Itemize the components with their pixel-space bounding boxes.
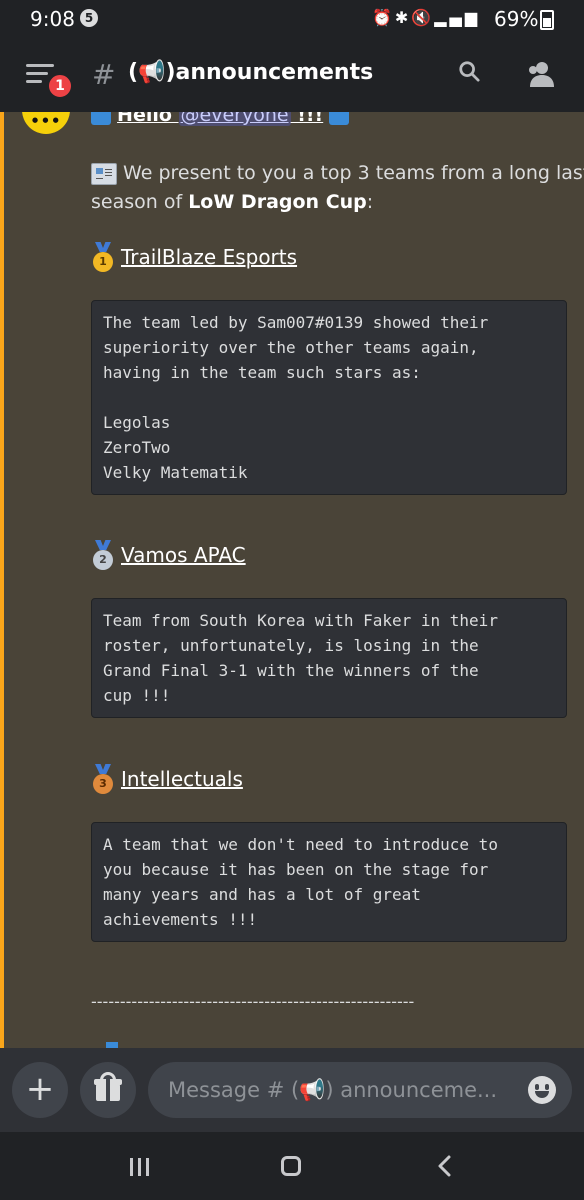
menu-badge: 1 <box>46 72 74 100</box>
intro-text-2-suffix: : <box>366 191 374 213</box>
team-description-2: Team from South Korea with Faker in thei… <box>91 598 567 718</box>
intro-line-1: We present to you a top 3 teams from a l… <box>91 162 584 185</box>
status-icons: ⏰✱🔇▂▄▆ <box>372 8 480 27</box>
home-icon[interactable] <box>281 1156 301 1176</box>
gold-medal-icon: 1 <box>91 242 115 272</box>
channel-title[interactable]: (📢)announcements <box>128 60 373 85</box>
status-bar: 9:08 5 ⏰✱🔇▂▄▆ 69% <box>0 0 584 38</box>
add-attachment-button[interactable]: + <box>12 1062 68 1118</box>
status-time: 9:08 <box>30 7 75 31</box>
team-description-1: The team led by Sam007#0139 showed their… <box>91 300 567 495</box>
team-name-1: TrailBlaze Esports <box>121 245 298 269</box>
blue-square-emoji <box>91 112 111 125</box>
message-placeholder: Message # (📢) announceme... <box>168 1078 498 1102</box>
alarm-icon: ⏰ <box>372 8 395 27</box>
everyone-mention[interactable]: @everyone <box>178 112 291 126</box>
battery-percentage: 69% <box>494 7 539 31</box>
mute-icon: 🔇 <box>411 8 435 27</box>
signal-icon: ▂▄▆ <box>434 8 481 27</box>
back-icon[interactable] <box>434 1154 456 1178</box>
gift-button[interactable] <box>80 1062 136 1118</box>
team-name-2: Vamos APAC <box>121 543 246 567</box>
emoji-icon[interactable] <box>528 1076 556 1104</box>
team-name-3: Intellectuals <box>121 767 243 791</box>
message-list[interactable]: ● ● ● Hello @everyone !!! We present to … <box>0 112 584 1048</box>
message-input[interactable]: Message # (📢) announceme... <box>148 1062 572 1118</box>
system-nav-bar <box>0 1132 584 1200</box>
newspaper-icon <box>91 162 117 185</box>
team-description-3: A team that we don't need to introduce t… <box>91 822 567 942</box>
members-icon[interactable] <box>526 60 556 88</box>
cup-name: LoW Dragon Cup <box>188 191 367 213</box>
search-icon[interactable] <box>458 60 480 82</box>
bronze-medal-icon: 3 <box>91 764 115 794</box>
message-divider: ----------------------------------------… <box>91 992 415 1011</box>
avatar[interactable]: ● ● ● <box>22 112 70 134</box>
recents-icon[interactable] <box>130 1158 152 1176</box>
bluetooth-icon: ✱ <box>394 8 412 27</box>
intro-text-2-prefix: season of <box>91 191 189 213</box>
hello-text: Hello <box>117 112 179 126</box>
team-heading-3: 3 Intellectuals <box>91 764 243 794</box>
avatar-logo: ● ● ● <box>32 116 60 124</box>
battery-icon <box>540 10 554 30</box>
team-heading-1: 1 TrailBlaze Esports <box>91 242 297 272</box>
silver-medal-icon: 2 <box>91 540 115 570</box>
hash-icon: # <box>92 58 116 91</box>
mention-highlight-bar <box>0 112 4 1048</box>
intro-line-2: season of LoW Dragon Cup: <box>91 191 373 213</box>
channel-header: 1 # (📢)announcements <box>0 38 584 112</box>
intro-text-1: We present to you a top 3 teams from a l… <box>123 162 584 184</box>
hello-suffix: !!! <box>290 112 324 126</box>
notification-count-badge: 5 <box>80 9 98 27</box>
team-heading-2: 2 Vamos APAC <box>91 540 246 570</box>
blue-square-emoji <box>329 112 350 125</box>
message-composer: + Message # (📢) announceme... <box>0 1048 584 1132</box>
hello-line: Hello @everyone !!! <box>91 112 350 126</box>
